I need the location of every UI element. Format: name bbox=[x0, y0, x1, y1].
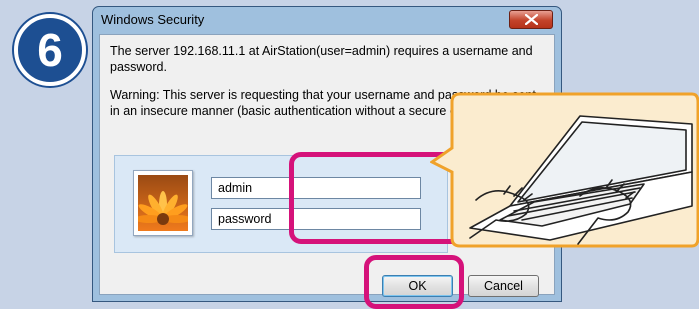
laptop-typing-callout bbox=[430, 92, 699, 248]
close-button[interactable] bbox=[509, 10, 553, 29]
flower-picture-icon bbox=[138, 175, 188, 231]
ok-button-highlight bbox=[364, 255, 464, 309]
dialog-title: Windows Security bbox=[101, 12, 205, 27]
user-avatar bbox=[133, 170, 193, 236]
step-number-badge: 6 bbox=[14, 14, 86, 86]
step-number: 6 bbox=[37, 24, 63, 76]
server-message: The server 192.168.11.1 at AirStation(us… bbox=[110, 44, 533, 74]
close-icon bbox=[525, 14, 538, 25]
cancel-button[interactable]: Cancel bbox=[468, 275, 539, 297]
dialog-titlebar[interactable]: Windows Security bbox=[93, 7, 561, 33]
